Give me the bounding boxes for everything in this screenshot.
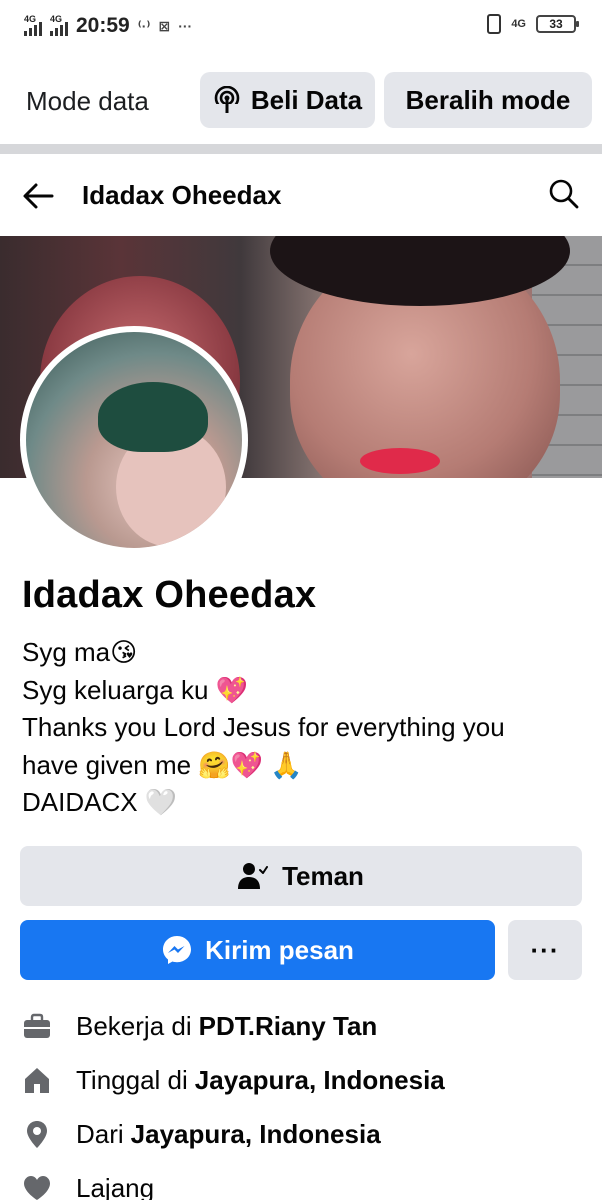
- section-divider: [0, 144, 602, 154]
- buy-data-label: Beli Data: [250, 84, 363, 115]
- buy-data-button[interactable]: Beli Data: [200, 72, 375, 128]
- detail-from: Dari Jayapura, Indonesia: [22, 1116, 592, 1152]
- vibrate-icon: [487, 14, 502, 34]
- messenger-icon: [163, 936, 192, 964]
- send-message-label: Kirim pesan: [205, 934, 354, 965]
- status-bar: 4G 4G 20:59 ⁽·⁾ ⊠ ··· 4G 33: [0, 0, 602, 56]
- bio-line: Syg ma😘: [22, 637, 138, 667]
- switch-mode-label: Beralih mode: [405, 84, 571, 115]
- detail-prefix: Bekerja di: [76, 1010, 192, 1041]
- profile-name: Idadax Oheedax: [22, 574, 317, 616]
- bio-line: DAIDACX 🤍: [22, 787, 178, 817]
- clock: 20:59: [76, 14, 130, 37]
- detail-value[interactable]: Jayapura, Indonesia: [131, 1119, 381, 1150]
- status-left: 4G 4G 20:59 ⁽·⁾ ⊠ ···: [24, 14, 192, 38]
- cover-photo-lips: [360, 448, 440, 474]
- detail-lives-in: Tinggal di Jayapura, Indonesia: [22, 1062, 592, 1098]
- profile-avatar[interactable]: [20, 326, 248, 554]
- signal-label: 4G: [24, 14, 37, 24]
- home-icon: [25, 1068, 49, 1093]
- friends-label: Teman: [282, 860, 364, 891]
- screenshot-icon: ⊠: [158, 17, 171, 34]
- data-activity-icon: ⁽·⁾: [137, 17, 151, 34]
- detail-prefix: Dari: [76, 1118, 124, 1149]
- location-pin-icon: [27, 1121, 47, 1148]
- detail-prefix: Lajang: [76, 1172, 155, 1200]
- detail-prefix: Tinggal di: [76, 1064, 188, 1095]
- avatar-photo: [26, 332, 242, 548]
- profile-header: Idadax Oheedax: [0, 154, 602, 236]
- switch-mode-button[interactable]: Beralih mode: [384, 72, 592, 128]
- profile-bio: Syg ma😘 Syg keluarga ku 💖 Thanks you Lor…: [22, 634, 582, 822]
- bio-line: Syg keluarga ku 💖: [22, 674, 249, 705]
- podcast-icon: [212, 86, 241, 114]
- signal-icon: 4G: [50, 14, 68, 36]
- data-mode-label: Mode data: [26, 86, 149, 116]
- heart-icon: [24, 1176, 50, 1200]
- detail-relationship: Lajang: [22, 1170, 592, 1200]
- battery-icon: 33: [536, 15, 579, 33]
- detail-work: Bekerja di PDT.Riany Tan: [22, 1008, 592, 1044]
- data-mode-bar: Mode data Beli Data Beralih mode: [0, 56, 602, 144]
- briefcase-icon: [24, 1013, 50, 1038]
- page-title: Idadax Oheedax: [82, 180, 282, 210]
- status-right: 4G 33: [487, 14, 579, 34]
- bio-line: have given me 🤗💖 🙏: [22, 749, 303, 780]
- friends-button[interactable]: Teman: [20, 846, 582, 906]
- network-label: 4G: [511, 18, 526, 30]
- detail-value[interactable]: PDT.Riany Tan: [199, 1011, 378, 1042]
- more-options-icon: ···: [530, 934, 560, 965]
- signal-label: 4G: [50, 14, 63, 24]
- bio-line: Thanks you Lord Jesus for everything you: [22, 712, 505, 742]
- avatar-cap: [98, 382, 208, 452]
- more-notifications-icon: ···: [178, 18, 193, 34]
- back-arrow-icon[interactable]: [20, 178, 56, 214]
- more-options-button[interactable]: ···: [508, 920, 582, 980]
- search-icon[interactable]: [548, 178, 580, 210]
- signal-icon: 4G: [24, 14, 42, 36]
- friend-check-icon: [238, 863, 269, 889]
- detail-value[interactable]: Jayapura, Indonesia: [195, 1065, 445, 1096]
- send-message-button[interactable]: Kirim pesan: [20, 920, 495, 980]
